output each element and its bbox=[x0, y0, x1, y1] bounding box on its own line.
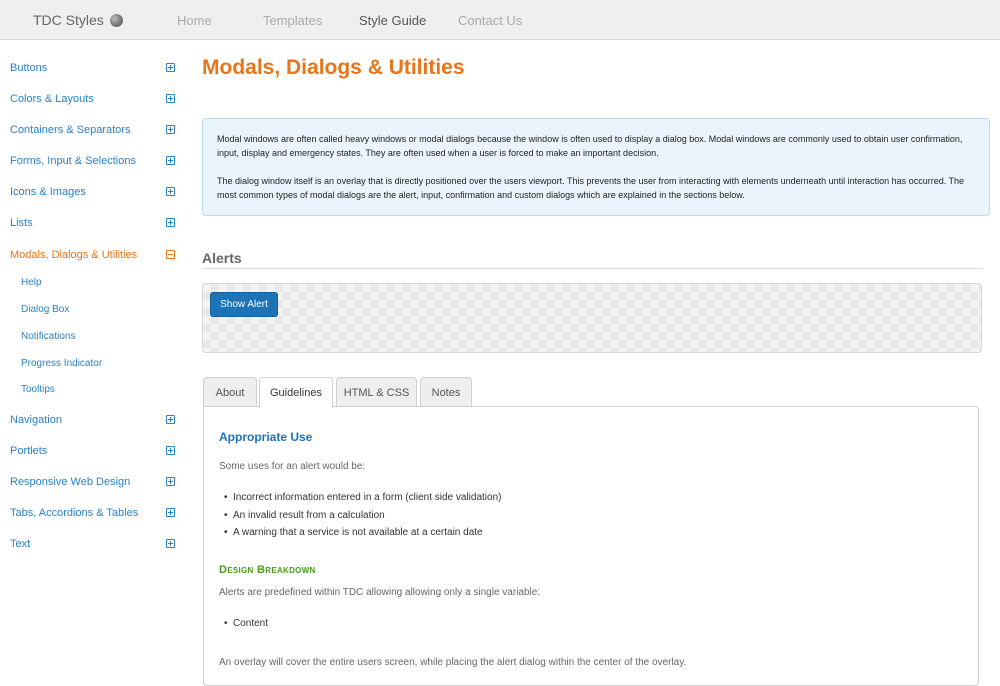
plus-box-icon[interactable] bbox=[166, 477, 175, 486]
design-breakdown-text: Alerts are predefined within TDC allowin… bbox=[219, 587, 541, 598]
sidebar-item-label: Icons & Images bbox=[10, 186, 86, 198]
list-item-text: A warning that a service is not availabl… bbox=[233, 527, 483, 538]
show-alert-button[interactable]: Show Alert bbox=[210, 292, 278, 317]
alert-demo-area: Show Alert bbox=[202, 283, 982, 353]
brand-name[interactable]: TDC Styles bbox=[33, 12, 104, 28]
sidebar-item-label: Containers & Separators bbox=[10, 124, 131, 136]
guidelines-panel bbox=[203, 406, 979, 686]
sidebar-item-label: Lists bbox=[10, 217, 33, 229]
sidebar-item-responsive-web-design[interactable]: Responsive Web Design bbox=[10, 474, 180, 494]
intro-paragraph: The dialog window itself is an overlay t… bbox=[217, 176, 965, 200]
tab-guidelines[interactable]: Guidelines bbox=[259, 377, 333, 408]
sidebar-item-label: Tabs, Accordions & Tables bbox=[10, 507, 139, 519]
sidebar-item-colors-layouts[interactable]: Colors & Layouts bbox=[10, 91, 180, 111]
sidebar-subitem-notifications[interactable]: Notifications bbox=[21, 331, 75, 342]
plus-box-icon[interactable] bbox=[166, 415, 175, 424]
design-breakdown-heading: Design Breakdown bbox=[219, 564, 316, 576]
nav-home[interactable]: Home bbox=[177, 13, 212, 28]
globe-logo-icon bbox=[109, 13, 123, 27]
sidebar-item-label: Buttons bbox=[10, 62, 48, 74]
sidebar: Buttons Colors & Layouts Containers & Se… bbox=[0, 41, 185, 672]
plus-box-icon[interactable] bbox=[166, 508, 175, 517]
plus-box-icon[interactable] bbox=[166, 539, 175, 548]
list-item-text: An invalid result from a calculation bbox=[233, 510, 385, 521]
top-header: TDC Styles Home Templates Style Guide Co… bbox=[0, 0, 1000, 40]
sidebar-item-buttons[interactable]: Buttons bbox=[10, 60, 180, 80]
sidebar-subitem-dialog-box[interactable]: Dialog Box bbox=[21, 304, 69, 315]
plus-box-icon[interactable] bbox=[166, 156, 175, 165]
brand[interactable]: TDC Styles bbox=[33, 12, 123, 28]
minus-box-icon[interactable] bbox=[166, 250, 175, 259]
plus-box-icon[interactable] bbox=[166, 125, 175, 134]
sidebar-item-forms-input-selections[interactable]: Forms, Input & Selections bbox=[10, 153, 180, 173]
sidebar-subitem-tooltips[interactable]: Tooltips bbox=[21, 384, 55, 395]
sidebar-item-containers-separators[interactable]: Containers & Separators bbox=[10, 122, 180, 142]
tab-about[interactable]: About bbox=[203, 377, 257, 407]
sidebar-item-label: Responsive Web Design bbox=[10, 476, 131, 488]
sidebar-item-tabs-accordions-tables[interactable]: Tabs, Accordions & Tables bbox=[10, 505, 180, 525]
sidebar-item-label: Colors & Layouts bbox=[10, 93, 94, 105]
sidebar-item-label: Text bbox=[10, 538, 31, 550]
page-title: Modals, Dialogs & Utilities bbox=[202, 56, 465, 79]
nav-templates[interactable]: Templates bbox=[263, 13, 322, 28]
sidebar-item-modals-dialogs-utilities[interactable]: Modals, Dialogs & Utilities bbox=[10, 247, 180, 267]
plus-box-icon[interactable] bbox=[166, 94, 175, 103]
sidebar-item-label: Portlets bbox=[10, 445, 48, 457]
section-divider bbox=[202, 268, 983, 269]
nav-contact-us[interactable]: Contact Us bbox=[458, 13, 522, 28]
section-title-alerts: Alerts bbox=[202, 250, 242, 266]
sidebar-item-label: Navigation bbox=[10, 414, 62, 426]
sidebar-subitem-help[interactable]: Help bbox=[21, 277, 42, 288]
list-item-text: Content bbox=[233, 618, 269, 629]
sidebar-item-navigation[interactable]: Navigation bbox=[10, 412, 180, 432]
intro-info-box: Modal windows are often called heavy win… bbox=[202, 118, 990, 216]
tab-notes[interactable]: Notes bbox=[420, 377, 472, 407]
sidebar-item-text[interactable]: Text bbox=[10, 536, 180, 556]
plus-box-icon[interactable] bbox=[166, 187, 175, 196]
plus-box-icon[interactable] bbox=[166, 446, 175, 455]
list-item-text: Incorrect information entered in a form … bbox=[233, 492, 502, 503]
plus-box-icon[interactable] bbox=[166, 218, 175, 227]
sidebar-item-label: Forms, Input & Selections bbox=[10, 155, 136, 167]
nav-style-guide[interactable]: Style Guide bbox=[359, 13, 426, 28]
tab-html-css[interactable]: HTML & CSS bbox=[336, 377, 417, 407]
appropriate-use-lead: Some uses for an alert would be: bbox=[219, 461, 366, 472]
appropriate-use-heading: Appropriate Use bbox=[219, 430, 313, 444]
overlay-text: An overlay will cover the entire users s… bbox=[219, 657, 687, 668]
sidebar-item-portlets[interactable]: Portlets bbox=[10, 443, 180, 463]
sidebar-subitem-progress-indicator[interactable]: Progress Indicator bbox=[21, 358, 102, 369]
sidebar-item-lists[interactable]: Lists bbox=[10, 215, 180, 235]
plus-box-icon[interactable] bbox=[166, 63, 175, 72]
sidebar-item-icons-images[interactable]: Icons & Images bbox=[10, 184, 180, 204]
intro-paragraph: Modal windows are often called heavy win… bbox=[217, 134, 963, 158]
sidebar-item-label: Modals, Dialogs & Utilities bbox=[10, 249, 138, 261]
